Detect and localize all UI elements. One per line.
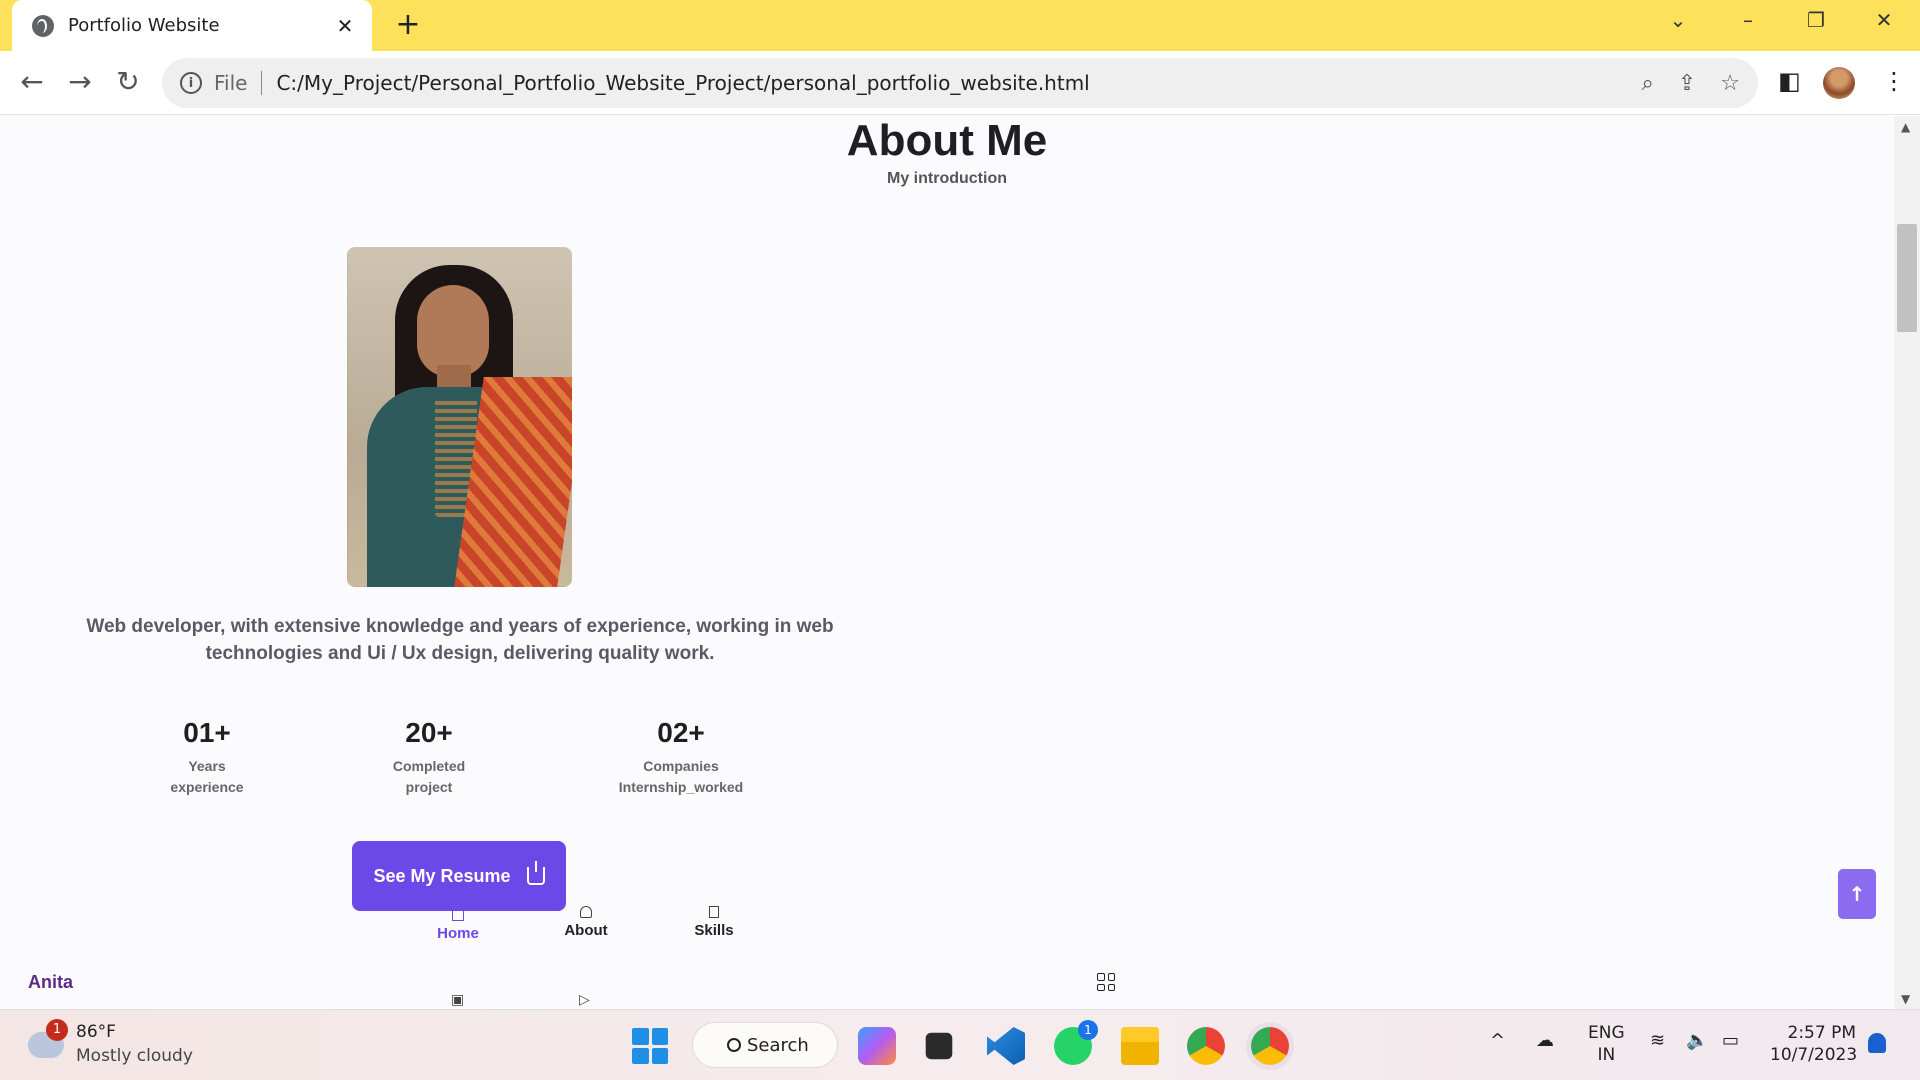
menu-icon[interactable]: ⋮: [1882, 67, 1906, 95]
whatsapp-badge: 1: [1078, 1020, 1098, 1040]
copilot-icon[interactable]: [858, 1027, 896, 1065]
tab-title: Portfolio Website: [68, 15, 220, 36]
page-title: About Me: [846, 116, 1048, 165]
notification-bell-icon[interactable]: [1868, 1033, 1886, 1053]
stat-number: 20+: [405, 717, 453, 748]
download-icon: [526, 861, 545, 885]
weather-desc[interactable]: Mostly cloudy: [76, 1046, 193, 1066]
divider: [261, 71, 263, 95]
star-icon[interactable]: ☆: [1720, 71, 1740, 96]
restore-button[interactable]: ❐: [1796, 8, 1836, 32]
profile-avatar[interactable]: [1823, 67, 1855, 99]
weather-temp[interactable]: 86°F: [76, 1022, 116, 1042]
vscode-icon[interactable]: [987, 1027, 1025, 1065]
share-icon[interactable]: ⇪: [1678, 71, 1696, 96]
new-tab-button[interactable]: +: [392, 10, 424, 40]
stat-label: Years experience: [170, 758, 244, 795]
nav-home[interactable]: Home: [428, 909, 488, 942]
browser-tab[interactable]: Portfolio Website ✕: [12, 0, 372, 51]
stat-projects: 20+ Completed project: [369, 716, 489, 798]
weather-badge: 1: [46, 1019, 68, 1041]
brand-name[interactable]: Anita: [28, 972, 73, 993]
page-subtitle: My introduction: [887, 170, 1007, 187]
see-resume-button[interactable]: See My Resume: [352, 841, 566, 911]
windows-start-icon[interactable]: [632, 1028, 668, 1064]
wifi-icon[interactable]: ≋: [1650, 1030, 1665, 1051]
about-description: Web developer, with extensive knowledge …: [86, 616, 834, 664]
taskbar-search-label: Search: [747, 1034, 809, 1056]
search-icon: [727, 1038, 741, 1052]
grid-menu-icon[interactable]: [1097, 973, 1115, 991]
file-label: File: [214, 71, 248, 95]
clock[interactable]: 2:57 PM 10/7/2023: [1770, 1022, 1857, 1066]
resume-button-label: See My Resume: [373, 865, 511, 886]
stat-label: Completed project: [392, 758, 466, 795]
image-icon[interactable]: ▣: [451, 992, 464, 1008]
stat-companies: 02+ Companies Internship_worked: [591, 716, 771, 798]
nav-skills[interactable]: Skills: [684, 906, 744, 939]
forward-icon[interactable]: →: [62, 65, 98, 99]
sidepanel-icon[interactable]: ◧: [1778, 67, 1801, 95]
browser-toolbar: ← → ↻ i File C:/My_Project/Personal_Port…: [0, 51, 1920, 115]
scrollbar[interactable]: ▲ ▼: [1894, 116, 1920, 1009]
stat-years: 01+ Years experience: [147, 716, 267, 798]
scroll-up-button[interactable]: ↑: [1838, 869, 1876, 919]
url-text[interactable]: C:/My_Project/Personal_Portfolio_Website…: [276, 71, 1617, 95]
back-icon[interactable]: ←: [14, 65, 50, 99]
stat-number: 02+: [657, 717, 705, 748]
taskbar-search[interactable]: Search: [692, 1022, 838, 1068]
chrome-profile-icon[interactable]: [1251, 1027, 1289, 1065]
battery-icon[interactable]: ▭: [1722, 1030, 1739, 1051]
address-bar[interactable]: i File C:/My_Project/Personal_Portfolio_…: [162, 58, 1758, 108]
file-icon: [709, 906, 719, 918]
reload-icon[interactable]: ↻: [110, 65, 146, 99]
profile-photo: [347, 247, 572, 587]
tab-search-chevron-icon[interactable]: ⌄: [1658, 8, 1698, 32]
close-window-button[interactable]: ✕: [1864, 8, 1904, 32]
tab-close-icon[interactable]: ✕: [332, 14, 358, 38]
info-icon[interactable]: i: [180, 72, 202, 94]
nav-about-label: About: [564, 922, 608, 939]
show-hidden-icons-icon[interactable]: ^: [1490, 1030, 1505, 1051]
scroll-down-arrow-icon[interactable]: ▼: [1901, 992, 1910, 1006]
stat-label: Companies Internship_worked: [618, 758, 744, 795]
page-content: About Me My introduction Web developer, …: [0, 116, 1920, 1009]
onedrive-icon[interactable]: ☁: [1536, 1030, 1554, 1051]
language-indicator[interactable]: ENG IN: [1588, 1022, 1625, 1066]
volume-icon[interactable]: 🔈: [1686, 1030, 1708, 1051]
send-icon[interactable]: ▷: [579, 992, 590, 1008]
chrome-icon[interactable]: [1187, 1027, 1225, 1065]
nav-about[interactable]: About: [556, 906, 616, 939]
zoom-icon[interactable]: ⌕: [1642, 71, 1654, 96]
scrollbar-thumb[interactable]: [1897, 224, 1917, 332]
terminal-icon[interactable]: [925, 1032, 953, 1060]
browser-titlebar: Portfolio Website ✕ + ⌄ – ❐ ✕: [0, 0, 1920, 51]
home-icon: [452, 909, 464, 921]
minimize-button[interactable]: –: [1728, 8, 1768, 32]
windows-taskbar: 1 86°F Mostly cloudy Search 1 ^ ☁ ENG IN …: [0, 1009, 1920, 1080]
globe-icon: [32, 14, 54, 37]
stat-number: 01+: [183, 717, 231, 748]
nav-home-label: Home: [437, 925, 479, 942]
file-explorer-icon[interactable]: [1121, 1027, 1159, 1065]
scroll-up-arrow-icon[interactable]: ▲: [1901, 120, 1910, 134]
nav-skills-label: Skills: [694, 922, 734, 939]
user-icon: [580, 906, 592, 918]
